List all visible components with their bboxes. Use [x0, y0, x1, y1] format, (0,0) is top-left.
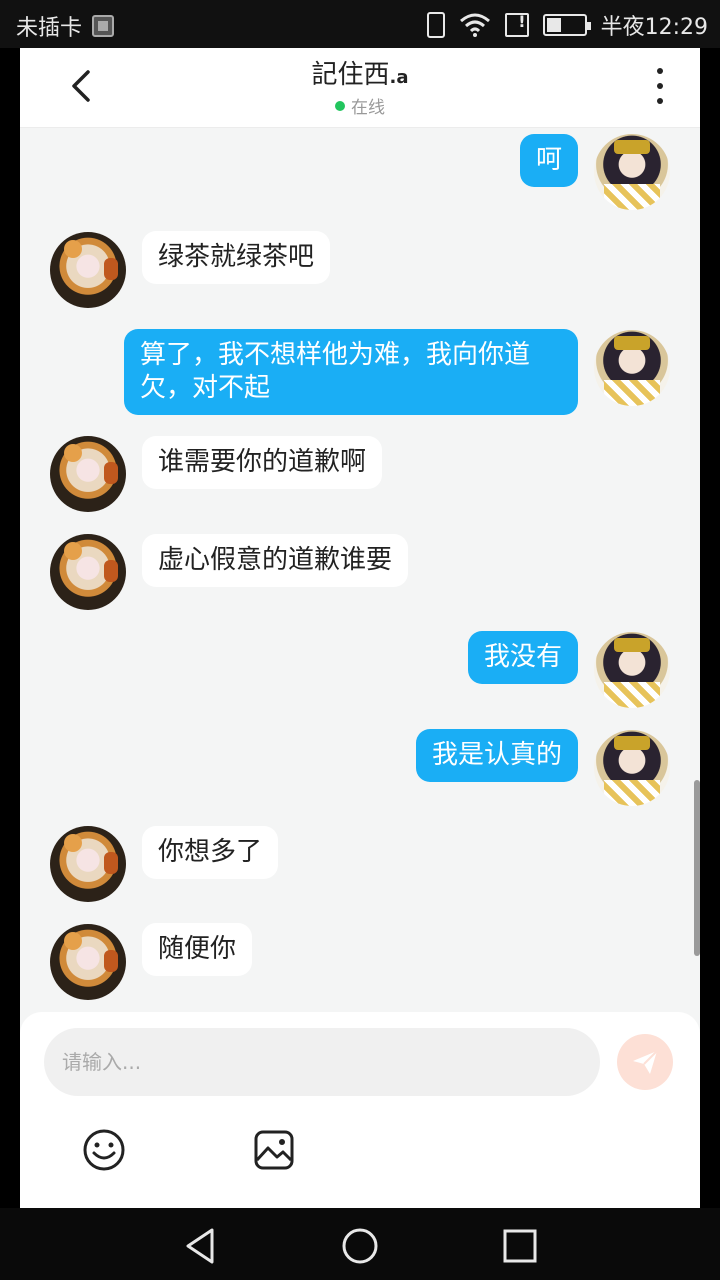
avatar-contact[interactable]: [50, 924, 126, 1000]
message-bubble-contact[interactable]: 你想多了: [142, 826, 279, 879]
avatar-contact[interactable]: [50, 232, 126, 308]
contact-name: 記住西.a: [200, 54, 520, 91]
vibrate-icon: [426, 12, 445, 38]
more-dot: [657, 83, 663, 89]
more-dot: [657, 98, 663, 104]
nav-back-button[interactable]: [180, 1226, 220, 1266]
triangle-back-icon: [186, 1228, 214, 1264]
image-button[interactable]: [252, 1128, 296, 1172]
battery-icon: [542, 14, 591, 36]
message-bubble-contact[interactable]: 谁需要你的道歉啊: [142, 436, 383, 489]
online-status: 在线: [200, 93, 520, 118]
emoji-button[interactable]: [82, 1128, 126, 1172]
avatar-self[interactable]: [594, 730, 670, 806]
online-dot-icon: [335, 100, 345, 111]
avatar-contact[interactable]: [50, 436, 126, 512]
message-bubble-contact[interactable]: 虚心假意的道歉谁要: [142, 534, 409, 587]
image-icon: [254, 1130, 294, 1170]
avatar-contact[interactable]: [50, 826, 126, 902]
message-bubble-self[interactable]: 我没有: [467, 631, 578, 684]
chevron-left-icon: [72, 70, 90, 102]
chat-title-block: 記住西.a 在线: [200, 54, 520, 118]
wifi-icon: [459, 13, 490, 37]
emoji-icon: [83, 1129, 125, 1171]
message-bubble-contact[interactable]: 随便你: [142, 923, 253, 976]
status-bar: 未插卡 半夜12:29: [0, 0, 720, 48]
composer: [20, 1012, 700, 1208]
message-bubble-self[interactable]: 呵: [519, 134, 578, 187]
back-button[interactable]: [62, 66, 102, 106]
contact-name-main: 記住西: [311, 60, 390, 90]
chat-header: 記住西.a 在线: [20, 48, 700, 128]
chat-app: 記住西.a 在线 呵 绿茶就绿茶吧 算了，我不想样他为难，我向你道欠，对不起 谁…: [20, 48, 700, 1208]
carrier-label: 未插卡: [16, 16, 83, 41]
nav-recents-button[interactable]: [500, 1226, 540, 1266]
clock: 半夜12:29: [600, 15, 708, 40]
avatar-self[interactable]: [594, 330, 670, 406]
message-bubble-self[interactable]: 我是认真的: [415, 729, 578, 782]
message-list[interactable]: 呵 绿茶就绿茶吧 算了，我不想样他为难，我向你道欠，对不起 谁需要你的道歉啊 虚…: [20, 128, 700, 1012]
no-sim-icon: [504, 12, 529, 37]
avatar-self[interactable]: [594, 632, 670, 708]
scrollbar[interactable]: [694, 780, 700, 956]
message-input[interactable]: [44, 1028, 600, 1096]
contact-name-suffix: .a: [389, 67, 409, 88]
nav-home-button[interactable]: [340, 1226, 380, 1266]
circle-home-icon: [342, 1228, 378, 1264]
more-options-button[interactable]: [650, 66, 670, 106]
image-notification-icon: [92, 15, 115, 37]
system-nav-bar: [0, 1208, 720, 1280]
avatar-self[interactable]: [594, 134, 670, 210]
online-status-label: 在线: [351, 98, 385, 118]
paper-plane-icon: [633, 1050, 658, 1074]
send-button[interactable]: [617, 1034, 673, 1090]
square-recents-icon: [503, 1229, 537, 1263]
message-bubble-self[interactable]: 算了，我不想样他为难，我向你道欠，对不起: [124, 329, 578, 415]
battery-level: [546, 18, 561, 32]
more-vertical-icon: [657, 68, 663, 74]
avatar-contact[interactable]: [50, 534, 126, 610]
message-bubble-contact[interactable]: 绿茶就绿茶吧: [142, 231, 331, 284]
